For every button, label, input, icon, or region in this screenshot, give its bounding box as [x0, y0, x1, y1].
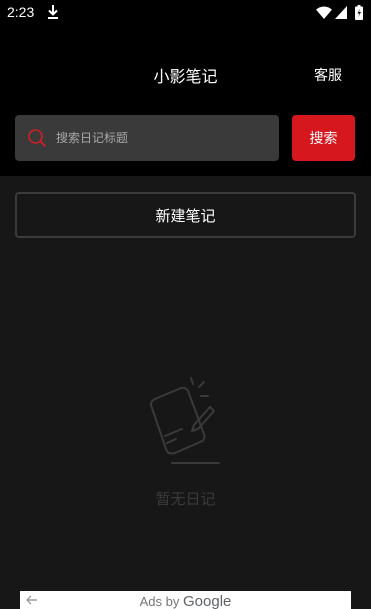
new-note-button[interactable]: 新建笔记 — [15, 192, 356, 238]
ad-brand: Google — [183, 593, 232, 609]
customer-service-button[interactable]: 客服 — [314, 65, 342, 85]
ad-label: Ads by Google — [20, 593, 351, 609]
status-bar: 2:23 — [0, 0, 371, 26]
search-input[interactable] — [56, 115, 271, 161]
ad-banner[interactable]: Ads by Google — [20, 591, 351, 609]
ad-prefix: Ads by — [139, 594, 180, 609]
download-icon — [48, 5, 58, 19]
search-box — [15, 115, 279, 161]
search-button[interactable]: 搜索 — [292, 115, 355, 161]
signal-icon — [335, 6, 347, 19]
empty-state-text: 暂无日记 — [155, 490, 216, 508]
empty-notebook-icon — [150, 377, 220, 464]
wifi-icon — [316, 6, 332, 19]
search-icon — [28, 129, 46, 147]
header: 小影笔记 客服 搜索 — [0, 26, 371, 176]
battery-icon — [355, 5, 363, 20]
status-time: 2:23 — [7, 4, 35, 20]
